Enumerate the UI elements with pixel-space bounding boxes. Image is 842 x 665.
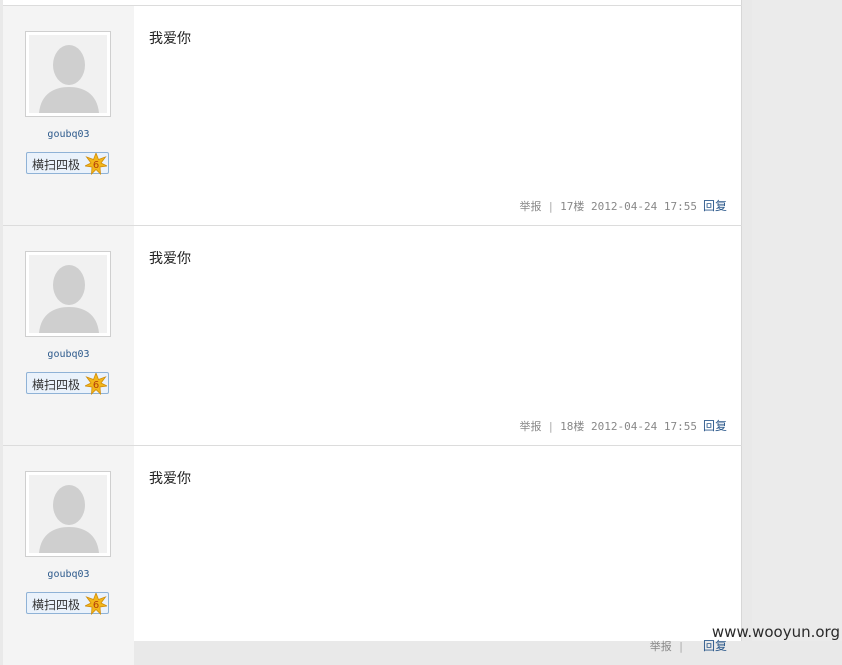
thread-container: goubq03 横扫四极 6 我爱你 举报 | 17楼 2012-04-24 17:… xyxy=(3,0,742,665)
separator: | xyxy=(677,640,685,653)
rank-badge: 横扫四极 6 xyxy=(26,372,109,395)
post-author-sidebar: goubq03 横扫四极 6 xyxy=(3,446,134,665)
report-link[interactable]: 举报 xyxy=(520,200,542,213)
report-link[interactable]: 举报 xyxy=(520,420,542,433)
separator: | xyxy=(547,200,555,213)
svg-text:6: 6 xyxy=(93,380,99,391)
star-icon: 6 xyxy=(85,153,107,175)
default-avatar-icon xyxy=(29,475,107,553)
rank-badge: 横扫四极 6 xyxy=(26,152,109,175)
floor-number: 18楼 xyxy=(560,420,585,433)
rank-label: 横扫四极 xyxy=(32,158,81,172)
username-link[interactable]: goubq03 xyxy=(3,349,134,360)
default-avatar-icon xyxy=(29,35,107,113)
watermark: www.wooyun.org xyxy=(711,623,840,641)
reply-link[interactable]: 回复 xyxy=(703,199,727,213)
post-meta: 举报 | 18楼 2012-04-24 17:55 回复 xyxy=(520,417,727,434)
post-author-sidebar: goubq03 横扫四极 6 xyxy=(3,226,134,445)
default-avatar-icon xyxy=(29,255,107,333)
svg-text:6: 6 xyxy=(93,600,99,611)
post-19: goubq03 横扫四极 6 我爱你 举报 | 回复 xyxy=(3,445,742,665)
post-17: goubq03 横扫四极 6 我爱你 举报 | 17楼 2012-04-24 17:… xyxy=(3,5,742,225)
star-icon: 6 xyxy=(85,593,107,615)
post-18: goubq03 横扫四极 6 我爱你 举报 | 18楼 2012-04-24 17:… xyxy=(3,225,742,445)
reply-link[interactable]: 回复 xyxy=(703,639,727,653)
post-datetime: 2012-04-24 17:55 xyxy=(591,200,697,213)
avatar[interactable] xyxy=(25,31,111,117)
page-background-right xyxy=(752,0,842,641)
post-content: 我爱你 xyxy=(149,251,191,267)
rank-label: 横扫四极 xyxy=(32,378,81,392)
post-meta: 举报 | 17楼 2012-04-24 17:55 回复 xyxy=(520,197,727,214)
avatar[interactable] xyxy=(25,471,111,557)
svg-text:6: 6 xyxy=(93,160,99,171)
post-author-sidebar: goubq03 横扫四极 6 xyxy=(3,6,134,225)
post-content: 我爱你 xyxy=(149,31,191,47)
username-link[interactable]: goubq03 xyxy=(3,129,134,140)
reply-link[interactable]: 回复 xyxy=(703,419,727,433)
post-content: 我爱你 xyxy=(149,471,191,487)
star-icon: 6 xyxy=(85,373,107,395)
username-link[interactable]: goubq03 xyxy=(3,569,134,580)
rank-badge: 横扫四极 6 xyxy=(26,592,109,615)
avatar[interactable] xyxy=(25,251,111,337)
floor-number: 17楼 xyxy=(560,200,585,213)
rank-label: 横扫四极 xyxy=(32,598,81,612)
separator: | xyxy=(547,420,555,433)
report-link[interactable]: 举报 xyxy=(650,640,672,653)
post-datetime: 2012-04-24 17:55 xyxy=(591,420,697,433)
